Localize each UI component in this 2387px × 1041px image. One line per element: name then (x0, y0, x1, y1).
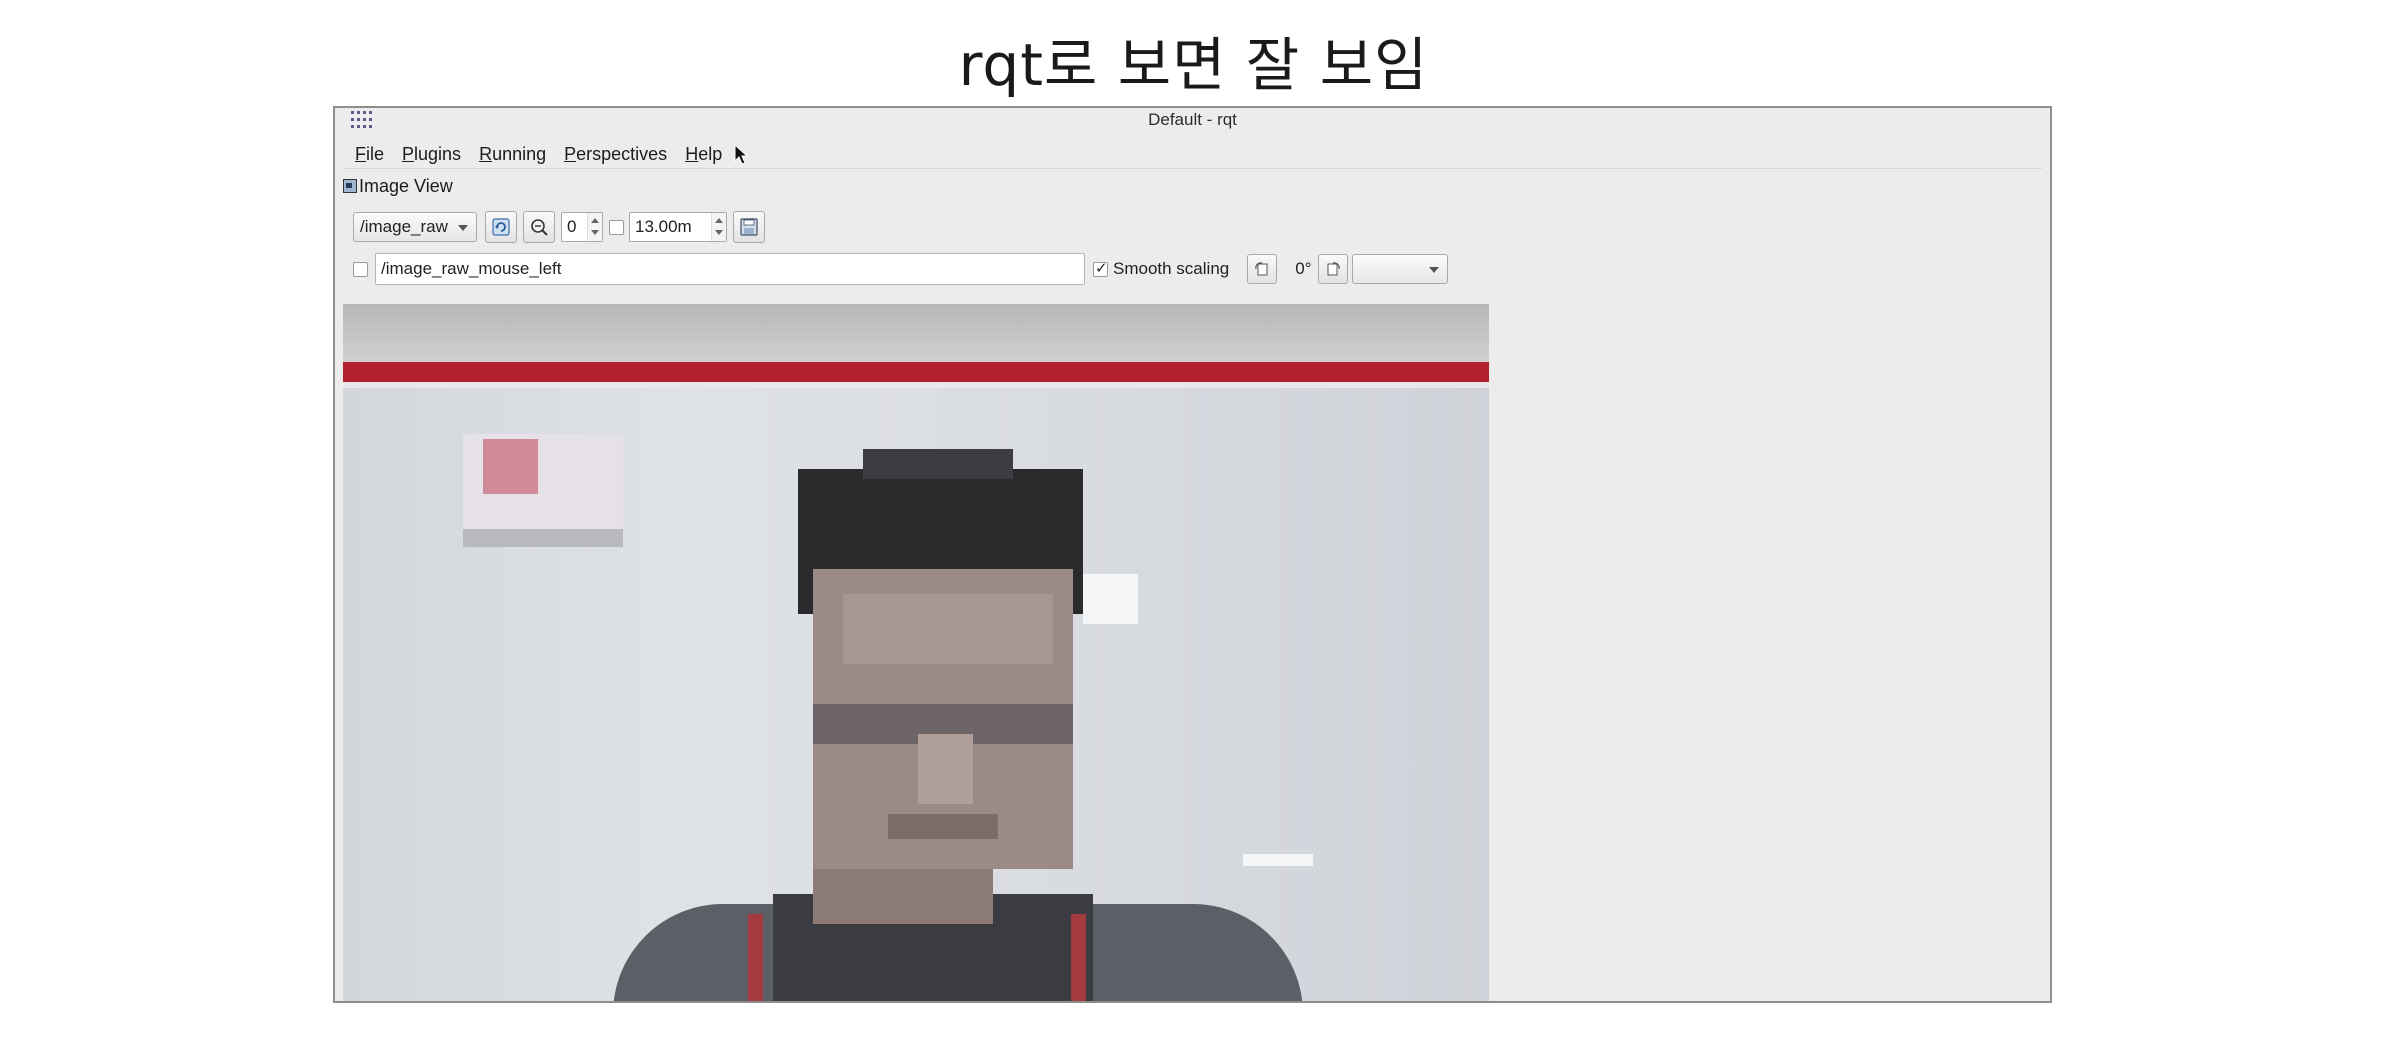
image-poster-base (463, 529, 623, 547)
rotate-left-icon (1255, 262, 1268, 276)
topic-select[interactable]: /image_raw (353, 212, 477, 242)
menu-bar: File Plugins Running Perspectives Help (355, 144, 740, 166)
image-person-stripe (1071, 914, 1086, 1001)
spin-arrows-icon[interactable] (587, 213, 602, 241)
save-image-button[interactable] (733, 211, 765, 243)
rotation-select[interactable] (1351, 254, 1448, 284)
image-red-stripe (343, 362, 1489, 382)
rqt-window: Default - rqt File Plugins Running Persp… (333, 106, 2052, 1003)
zoom-spinbox-value: 0 (567, 217, 577, 236)
refresh-icon (492, 218, 510, 236)
zoom-button[interactable] (523, 211, 555, 243)
smooth-scaling-checkbox[interactable] (1093, 259, 1108, 277)
image-ceiling (343, 304, 1489, 362)
menu-running[interactable]: Running (479, 144, 546, 166)
plugin-header: Image View (343, 174, 453, 198)
image-light-patch (1243, 854, 1313, 866)
zoom-icon (531, 219, 548, 236)
mouse-pointer-icon (734, 144, 749, 165)
rotate-right-button[interactable] (1317, 254, 1348, 284)
menu-separator (343, 168, 2042, 169)
image-view-toolbar: /image_raw 0 13.00m (353, 210, 765, 244)
window-title: Default - rqt (1148, 110, 1237, 129)
topic-select-value: /image_raw (360, 217, 448, 236)
zoom-spinbox[interactable]: 0 (561, 212, 603, 242)
refresh-topics-button[interactable] (485, 211, 517, 243)
smooth-scaling-label: Smooth scaling (1113, 259, 1230, 278)
image-frame-line (343, 382, 1489, 388)
image-light-patch (1083, 574, 1138, 624)
menu-help[interactable]: Help (685, 144, 722, 166)
image-poster-mark (483, 439, 538, 494)
spin-arrows-icon[interactable] (711, 213, 726, 241)
menu-plugins[interactable]: Plugins (402, 144, 461, 166)
mouse-topic-toolbar: /image_raw_mouse_left Smooth scaling 0° (353, 252, 1448, 286)
plugin-title: Image View (359, 175, 453, 196)
menu-file[interactable]: File (355, 144, 384, 166)
mouse-topic-value: /image_raw_mouse_left (381, 259, 562, 278)
image-person-stripe (748, 914, 763, 1001)
image-person-forehead (843, 594, 1053, 664)
image-person-hair-top (863, 449, 1013, 479)
slide-title: rqt로 보면 잘 보임 (958, 31, 1429, 99)
chevron-down-icon (1428, 267, 1439, 273)
save-icon (740, 218, 758, 236)
mouse-topic-checkbox[interactable] (353, 261, 368, 277)
image-view-plugin-icon (343, 179, 357, 193)
window-titlebar: Default - rqt (335, 108, 2050, 132)
duration-spinbox-value: 13.00m (635, 217, 692, 236)
image-person-nose (918, 734, 973, 804)
rotation-label: 0° (1295, 259, 1312, 278)
menu-perspectives[interactable]: Perspectives (564, 144, 667, 166)
rotate-right-icon (1327, 262, 1340, 276)
rotate-left-button[interactable] (1247, 254, 1278, 284)
chevron-down-icon (458, 225, 468, 231)
image-person-mouth (888, 814, 998, 839)
duration-spinbox[interactable]: 13.00m (629, 212, 727, 242)
camera-image-view[interactable] (343, 304, 1489, 1001)
duration-checkbox[interactable] (609, 219, 624, 235)
mouse-topic-input[interactable]: /image_raw_mouse_left (375, 253, 1085, 285)
